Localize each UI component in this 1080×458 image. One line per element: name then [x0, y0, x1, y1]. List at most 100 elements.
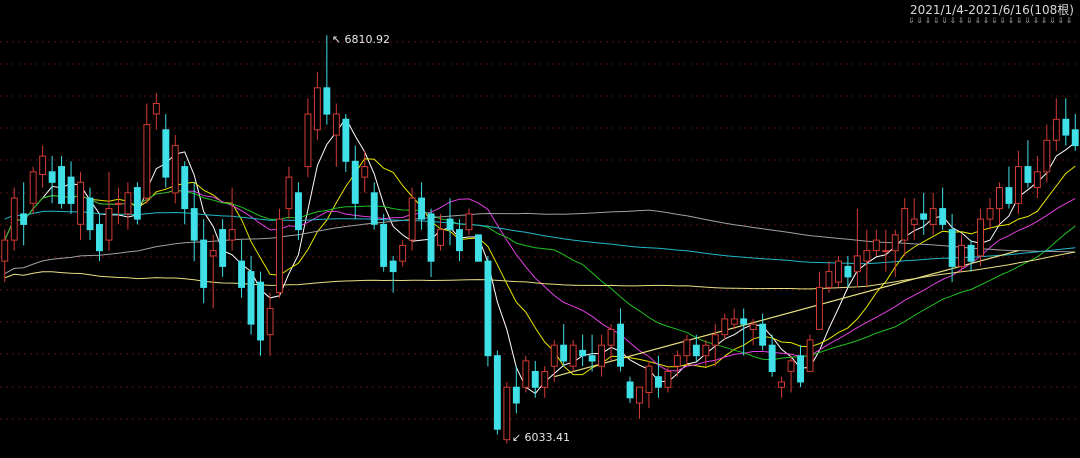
candle-down: [342, 118, 350, 162]
candle-up: [171, 145, 179, 194]
candle-down: [797, 355, 804, 383]
candle-up: [816, 286, 823, 330]
candle-down: [493, 355, 501, 430]
candle-up: [730, 318, 738, 325]
candle-down: [219, 229, 227, 267]
candle-down: [1005, 187, 1013, 204]
candlestick-chart: [0, 35, 1080, 444]
candle-up: [569, 344, 577, 367]
candle-down: [181, 166, 189, 210]
candle-up: [664, 371, 672, 388]
candle-up: [105, 208, 113, 241]
candle-up: [673, 355, 681, 367]
candle-down: [1062, 118, 1070, 136]
candle-up: [361, 166, 369, 178]
candle-up: [124, 192, 132, 215]
candle-down: [626, 381, 634, 399]
candle-up: [806, 339, 814, 372]
candle-up: [1, 239, 9, 262]
candle-up: [958, 244, 965, 267]
candle-up: [929, 208, 937, 225]
candle-up: [465, 213, 473, 231]
candle-down: [920, 213, 928, 220]
candle-up: [872, 239, 880, 252]
candle-up: [825, 271, 833, 288]
candle-down: [380, 223, 388, 267]
candle-up: [1015, 166, 1022, 204]
candle-down: [67, 176, 75, 204]
candle-up: [503, 386, 511, 441]
candle-up: [683, 339, 691, 357]
candle-up: [1043, 139, 1051, 173]
candle-up: [891, 234, 899, 252]
candle-down: [86, 197, 94, 231]
candle-down: [655, 376, 662, 388]
candle-down: [190, 208, 198, 241]
candle-down: [20, 213, 28, 225]
candle-up: [986, 208, 994, 220]
candle-down: [351, 160, 359, 204]
candle-up: [901, 208, 909, 241]
candle-down: [967, 244, 975, 262]
candle-up: [437, 229, 445, 246]
nav-arrows-icon[interactable]: ⇓⇓⇓⇓⇓⇓⇓⇓⇓⇓⇓⇓⇓⇓⇓⇓⇓⇓⇓⇓: [906, 16, 1074, 25]
candle-up: [332, 113, 340, 136]
candle-down: [1024, 166, 1032, 183]
candle-down: [446, 218, 454, 231]
candle-up: [29, 171, 37, 204]
candle-down: [844, 265, 852, 278]
candle-up: [550, 344, 558, 367]
candle-up: [598, 344, 605, 367]
candle-up: [607, 328, 615, 346]
candle-up: [266, 307, 274, 336]
candle-down: [418, 197, 426, 220]
candle-up: [721, 318, 729, 336]
candle-down: [58, 166, 65, 204]
candle-up: [910, 218, 918, 225]
candle-down: [768, 344, 776, 373]
candle-up: [228, 229, 236, 241]
candle-up: [977, 218, 984, 257]
candle-up: [209, 250, 217, 257]
candle-down: [1071, 129, 1079, 147]
candle-down: [692, 344, 700, 357]
candle-down: [456, 229, 463, 252]
candle-down: [323, 87, 331, 115]
candle-down: [740, 318, 748, 325]
candle-up: [882, 250, 890, 253]
candle-down: [200, 239, 208, 288]
candle-down: [531, 371, 539, 388]
candle-up: [778, 381, 785, 388]
candle-up: [143, 124, 151, 199]
candle-down: [560, 344, 568, 362]
candle-up: [304, 113, 312, 168]
candle-up: [787, 360, 795, 372]
ma10-line: [4, 158, 1076, 376]
candle-down: [939, 208, 947, 225]
candle-down: [617, 323, 624, 367]
candle-down: [133, 187, 141, 220]
candle-down: [295, 192, 302, 231]
candle-up: [408, 197, 416, 241]
candle-up: [522, 360, 530, 388]
high-price-label: ↖ 6810.92: [331, 33, 391, 47]
candle-up: [702, 344, 710, 357]
candle-up: [285, 176, 293, 210]
candle-up: [77, 181, 84, 225]
candle-up: [10, 197, 18, 241]
candle-up: [749, 323, 757, 331]
candle-down: [162, 129, 170, 178]
candle-up: [1052, 118, 1060, 141]
candle-down: [475, 234, 482, 262]
low-price-value: 6033.41: [524, 431, 571, 445]
candle-down: [96, 223, 103, 252]
candle-down: [247, 271, 255, 325]
candle-up: [853, 255, 861, 273]
candle-down: [427, 213, 435, 262]
candle-down: [579, 349, 587, 357]
candle-up: [711, 334, 719, 346]
ma250-line: [4, 251, 1076, 290]
candle-up: [996, 187, 1003, 210]
candle-up: [835, 260, 842, 283]
candle-up: [863, 250, 871, 262]
